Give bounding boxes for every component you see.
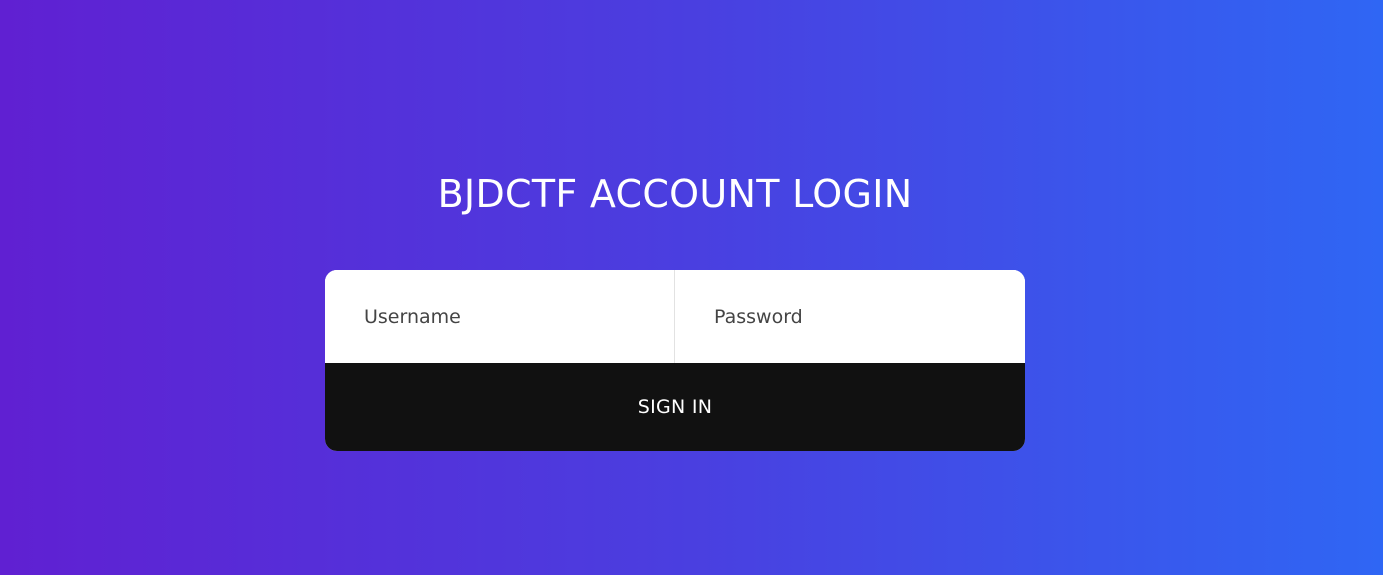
sign-in-button[interactable]: SIGN IN bbox=[325, 363, 1025, 451]
credentials-row bbox=[325, 270, 1025, 363]
page-title: BJDCTF ACCOUNT LOGIN bbox=[437, 172, 913, 216]
username-input[interactable] bbox=[325, 270, 675, 363]
login-page: BJDCTF ACCOUNT LOGIN SIGN IN bbox=[0, 0, 1383, 575]
login-form: SIGN IN bbox=[325, 270, 1025, 451]
password-input[interactable] bbox=[675, 270, 1025, 363]
